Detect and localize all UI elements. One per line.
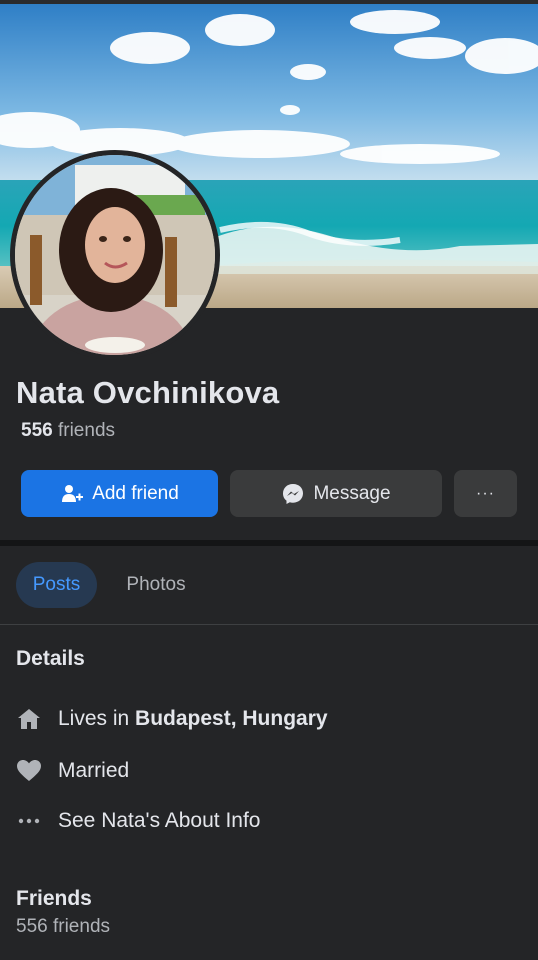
about-info-link[interactable]: See Nata's About Info bbox=[16, 806, 260, 836]
lives-in-city[interactable]: Budapest, Hungary bbox=[135, 707, 328, 731]
friends-count-label: friends bbox=[57, 420, 116, 441]
more-options-button[interactable]: ··· bbox=[454, 470, 517, 517]
relationship-status: Married bbox=[58, 759, 130, 782]
more-icon: ··· bbox=[476, 484, 495, 502]
friends-section-count[interactable]: 556 friends bbox=[16, 916, 110, 938]
about-info-label: See Nata's About Info bbox=[58, 809, 261, 832]
tabs-divider bbox=[0, 624, 538, 625]
tab-posts[interactable]: Posts bbox=[16, 562, 97, 608]
profile-avatar[interactable] bbox=[10, 150, 220, 360]
message-label: Message bbox=[313, 482, 391, 504]
friends-count[interactable]: 556 friends bbox=[21, 420, 115, 442]
friends-count-number: 556 bbox=[21, 420, 53, 441]
add-friend-icon bbox=[60, 482, 84, 506]
messenger-icon bbox=[281, 482, 305, 506]
detail-relationship: Married bbox=[16, 756, 129, 786]
tab-photos[interactable]: Photos bbox=[110, 562, 202, 608]
friends-heading: Friends bbox=[16, 887, 92, 910]
heart-icon bbox=[16, 758, 42, 784]
details-heading: Details bbox=[16, 647, 85, 670]
detail-lives-in: Lives in Budapest, Hungary bbox=[16, 704, 328, 734]
ellipsis-icon bbox=[16, 808, 42, 834]
avatar-photo bbox=[15, 155, 215, 355]
add-friend-button[interactable]: Add friend bbox=[21, 470, 218, 517]
lives-in-prefix: Lives in bbox=[58, 707, 136, 730]
home-icon bbox=[16, 706, 42, 732]
message-button[interactable]: Message bbox=[230, 470, 442, 517]
add-friend-label: Add friend bbox=[92, 482, 179, 504]
profile-name: Nata Ovchinikova bbox=[16, 375, 280, 410]
